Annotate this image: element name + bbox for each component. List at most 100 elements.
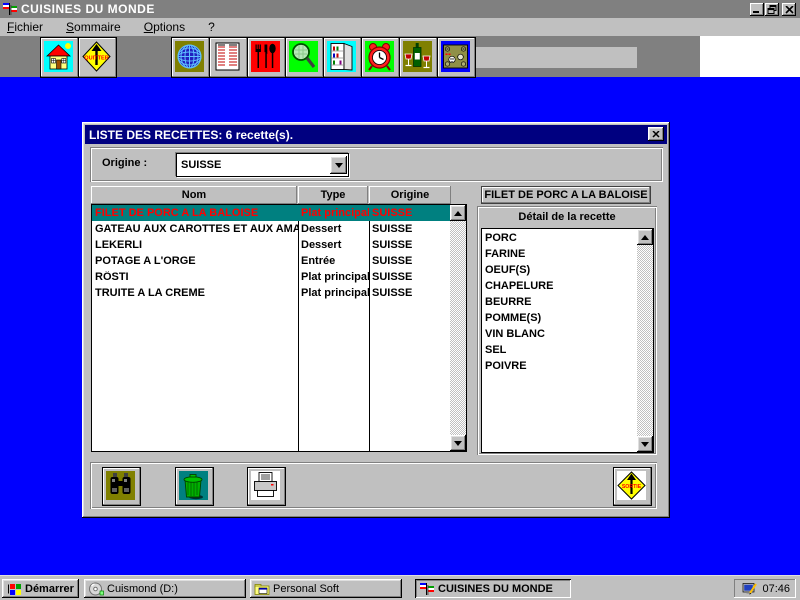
origin-label: Origine : xyxy=(102,157,147,169)
toolbar-search-button[interactable] xyxy=(285,37,324,78)
recipe-row[interactable]: POTAGE A L'ORGE Entrée SUISSE xyxy=(92,253,450,269)
task-label: Personal Soft xyxy=(273,583,339,595)
task-label: CUISINES DU MONDE xyxy=(438,583,553,595)
ingredient-item[interactable]: OEUF(S) xyxy=(482,262,635,278)
recipes-dialog: LISTE DES RECETTES: 6 recette(s). Origin… xyxy=(82,122,670,518)
restore-icon xyxy=(767,5,777,14)
exit-sign-icon: SORTIE xyxy=(617,471,646,500)
combo-dropdown-button[interactable] xyxy=(330,156,347,174)
close-icon xyxy=(785,6,794,14)
arrow-up-icon xyxy=(454,211,462,216)
arrow-down-icon xyxy=(641,442,649,447)
display-settings-icon[interactable] xyxy=(742,582,758,596)
taskbar: Démarrer Cuismond (D:) Personal Soft xyxy=(0,575,800,600)
toolbar-fridge-button[interactable] xyxy=(323,37,362,78)
toolbar-quit-button[interactable]: QUITTER xyxy=(78,37,117,78)
minimize-button[interactable] xyxy=(750,3,764,16)
delete-button[interactable] xyxy=(175,467,214,506)
toolbar-world-button[interactable] xyxy=(171,37,210,78)
ingredient-item[interactable]: VIN BLANC xyxy=(482,326,635,342)
wine-icon xyxy=(403,41,432,72)
radio-icon xyxy=(441,41,470,72)
column-header-type[interactable]: Type xyxy=(298,186,368,204)
cd-drive-icon xyxy=(88,582,104,596)
alarm-clock-icon xyxy=(365,41,394,72)
exit-button[interactable]: SORTIE xyxy=(613,467,652,506)
toolbar-home-button[interactable] xyxy=(40,37,79,78)
dialog-close-button[interactable] xyxy=(648,127,664,141)
ingredient-item[interactable]: BEURRE xyxy=(482,294,635,310)
menu-item-help[interactable]: ? xyxy=(201,19,222,35)
toolbar-recipe-card-button[interactable] xyxy=(209,37,248,78)
recipe-row[interactable]: FILET DE PORC A LA BALOISE Plat principa… xyxy=(92,205,450,221)
column-header-nom[interactable]: Nom xyxy=(91,186,297,204)
origin-combobox[interactable]: SUISSE xyxy=(176,153,349,177)
selected-recipe-header[interactable]: FILET DE PORC A LA BALOISE xyxy=(481,186,651,204)
ingredient-item[interactable]: FARINE xyxy=(482,246,635,262)
minimize-icon xyxy=(752,5,762,14)
taskbar-clock[interactable]: 07:46 xyxy=(762,583,790,595)
svg-text:QUITTER: QUITTER xyxy=(84,56,109,62)
ingredient-item[interactable]: POMME(S) xyxy=(482,310,635,326)
toolbar-radio-button[interactable] xyxy=(437,37,476,78)
dialog-title-bar: LISTE DES RECETTES: 6 recette(s). xyxy=(85,125,667,144)
toolbar-cutlery-button[interactable] xyxy=(247,37,286,78)
scroll-down-button[interactable] xyxy=(450,435,466,451)
ingredient-item[interactable]: SEL xyxy=(482,342,635,358)
print-button[interactable] xyxy=(247,467,286,506)
ingredient-item[interactable]: CHAPELURE xyxy=(482,278,635,294)
ingredients-list: PORC FARINE OEUF(S) CHAPELURE BEURRE POM… xyxy=(481,228,654,453)
table-scrollbar[interactable] xyxy=(450,205,466,451)
windows-logo-icon xyxy=(6,582,22,596)
menu-card-icon xyxy=(213,41,242,72)
system-tray: 07:46 xyxy=(734,579,796,598)
recipe-row[interactable]: TRUITE A LA CREME Plat principal SUISSE xyxy=(92,285,450,301)
magnifier-icon xyxy=(289,41,318,72)
start-button[interactable]: Démarrer xyxy=(2,579,79,598)
dialog-title: LISTE DES RECETTES: 6 recette(s). xyxy=(89,128,293,142)
app-flags-icon[interactable] xyxy=(2,2,18,16)
binoculars-icon xyxy=(106,471,135,500)
column-header-origine[interactable]: Origine xyxy=(369,186,451,204)
recipe-row[interactable]: GATEAU AUX CAROTTES ET AUX AMANDES Desse… xyxy=(92,221,450,237)
printer-icon xyxy=(251,471,280,500)
recipe-row[interactable]: RÖSTI Plat principal SUISSE xyxy=(92,269,450,285)
ingredient-item[interactable]: POIVRE xyxy=(482,358,635,374)
recipe-row[interactable]: LEKERLI Dessert SUISSE xyxy=(92,237,450,253)
task-label: Cuismond (D:) xyxy=(107,583,178,595)
globe-icon xyxy=(175,41,204,72)
folder-icon xyxy=(254,582,270,596)
arrow-up-icon xyxy=(641,235,649,240)
toolbar-status-inset xyxy=(476,47,637,68)
home-icon xyxy=(44,41,73,72)
task-button-cuisines-du-monde[interactable]: CUISINES DU MONDE xyxy=(415,579,571,598)
toolbar-wine-button[interactable] xyxy=(399,37,438,78)
origin-groupbox: Origine : SUISSE xyxy=(90,147,663,182)
app-flags-icon xyxy=(419,582,435,596)
ingredient-item[interactable]: PORC xyxy=(482,230,635,246)
toolbar: QUITTER xyxy=(0,36,800,77)
recipes-table: FILET DE PORC A LA BALOISE Plat principa… xyxy=(91,204,467,452)
cutlery-icon xyxy=(251,41,280,72)
scroll-up-button[interactable] xyxy=(637,229,653,245)
toolbar-timer-button[interactable] xyxy=(361,37,400,78)
detail-groupbox: Détail de la recette PORC FARINE OEUF(S)… xyxy=(477,206,657,455)
menu-item-sommaire[interactable]: Sommaire xyxy=(59,19,128,35)
menu-bar: Fichier Sommaire Options ? xyxy=(0,18,800,36)
search-button[interactable] xyxy=(102,467,141,506)
window-title: CUISINES DU MONDE xyxy=(21,2,155,16)
close-button[interactable] xyxy=(782,3,796,16)
ingredients-scrollbar[interactable] xyxy=(637,229,653,452)
scroll-up-button[interactable] xyxy=(450,205,466,221)
origin-value: SUISSE xyxy=(181,159,330,171)
fridge-icon xyxy=(327,41,356,72)
menu-item-fichier[interactable]: Fichier xyxy=(0,19,50,35)
task-button-cuismond[interactable]: Cuismond (D:) xyxy=(84,579,246,598)
window-title-bar: CUISINES DU MONDE xyxy=(0,0,800,18)
restore-button[interactable] xyxy=(765,3,779,16)
scroll-down-button[interactable] xyxy=(637,436,653,452)
task-button-personal-soft[interactable]: Personal Soft xyxy=(250,579,402,598)
chevron-down-icon xyxy=(335,163,343,168)
menu-item-options[interactable]: Options xyxy=(137,19,192,35)
toolbar-gap xyxy=(700,36,800,77)
